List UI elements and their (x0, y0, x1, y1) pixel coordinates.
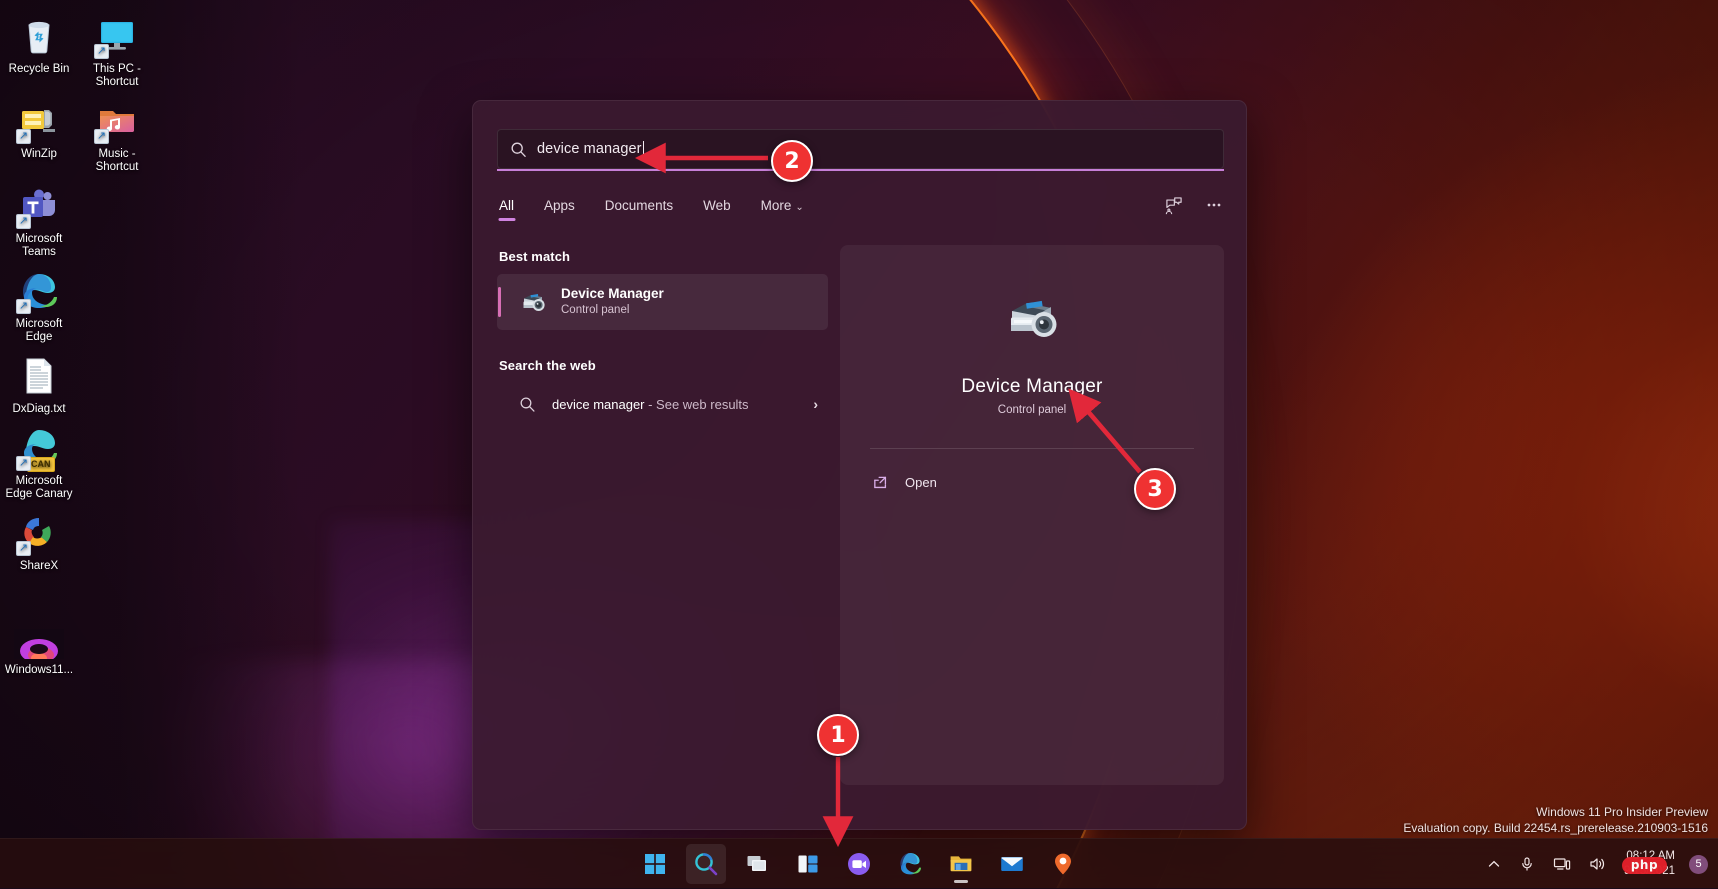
annotation-badge-2: 2 (771, 140, 813, 182)
annotation-badge-1: 1 (817, 714, 859, 756)
annotation-arrows (0, 0, 1718, 888)
annotation-arrow-3 (1073, 394, 1140, 472)
annotation-badge-3: 3 (1134, 468, 1176, 510)
